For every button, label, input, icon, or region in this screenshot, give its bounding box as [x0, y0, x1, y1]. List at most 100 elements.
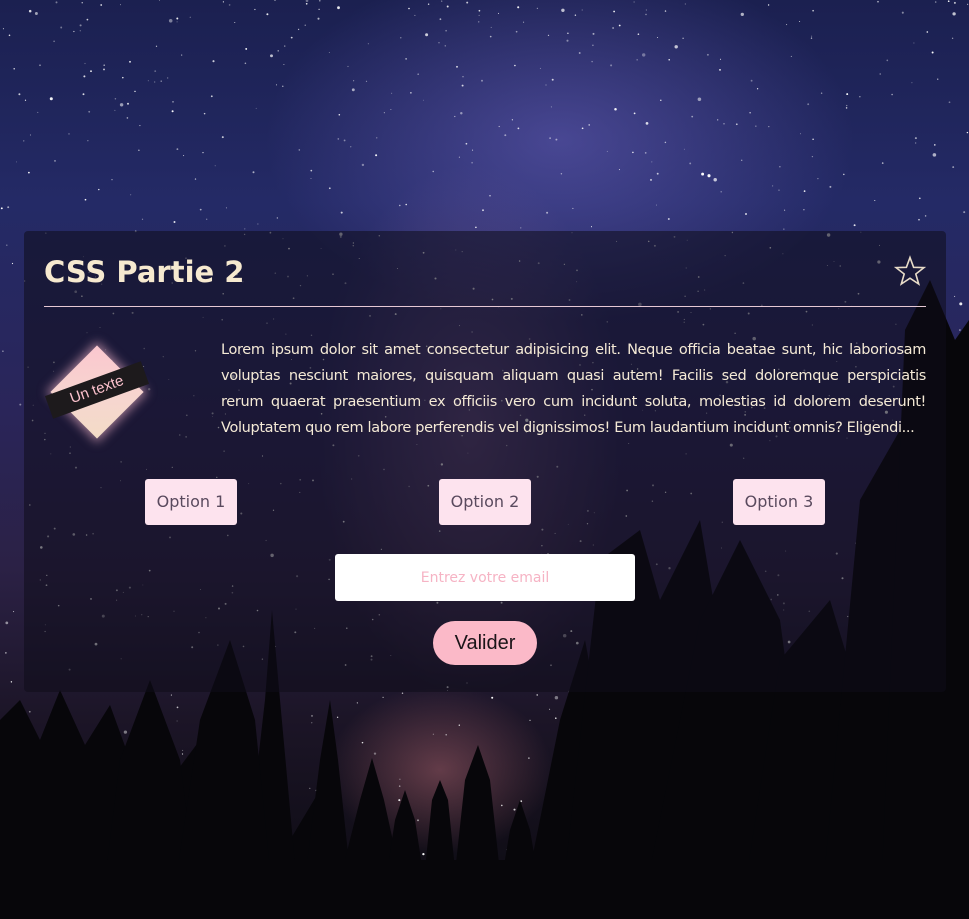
option-1-button[interactable]: Option 1 [145, 479, 237, 525]
star-dot [176, 148, 179, 151]
star-dot [740, 12, 744, 17]
star-dot [657, 37, 658, 38]
star-dot [555, 138, 558, 141]
star-dot [618, 169, 620, 171]
star-dot [90, 804, 92, 806]
star-dot [633, 112, 636, 115]
star-dot [482, 777, 485, 780]
star-dot [684, 3, 686, 5]
star-dot [957, 567, 959, 569]
star-dot [37, 111, 39, 113]
star-dot [520, 227, 522, 229]
star-outline-icon[interactable] [894, 255, 926, 287]
star-dot [334, 799, 336, 801]
star-dot [489, 35, 492, 38]
star-dot [170, 694, 172, 696]
star-dot [445, 734, 447, 736]
star-dot [590, 813, 592, 815]
star-dot [547, 34, 550, 37]
star-dot [83, 75, 86, 78]
star-dot [843, 173, 845, 176]
star-dot [60, 26, 63, 29]
star-dot [154, 70, 157, 72]
star-dot [504, 134, 507, 137]
star-dot [622, 812, 625, 815]
star-dot [445, 29, 447, 32]
star-dot [417, 819, 419, 822]
star-dot [353, 80, 355, 82]
star-dot [899, 804, 901, 806]
star-dot [6, 244, 8, 246]
star-dot [723, 123, 725, 125]
submit-button[interactable]: Valider [433, 621, 537, 665]
star-dot [172, 101, 174, 103]
option-2-button[interactable]: Option 2 [439, 479, 531, 525]
star-dot [877, 0, 879, 3]
star-dot [546, 211, 549, 214]
star-dot [228, 4, 231, 6]
star-dot [8, 34, 11, 37]
star-dot [399, 204, 401, 207]
star-dot [934, 144, 936, 146]
star-dot [515, 30, 518, 33]
star-dot [926, 31, 929, 33]
star-dot [937, 78, 939, 80]
star-dot [142, 782, 144, 785]
star-dot [727, 759, 729, 761]
star-dot [365, 80, 368, 82]
star-dot [514, 64, 516, 67]
star-dot [315, 789, 317, 792]
star-dot [199, 208, 202, 211]
star-dot [590, 226, 593, 228]
star-dot [959, 329, 961, 331]
email-field[interactable] [335, 554, 635, 601]
star-dot [606, 150, 608, 152]
star-dot [952, 12, 956, 16]
star-dot [276, 784, 279, 786]
star-dot [845, 107, 848, 109]
star-dot [750, 79, 753, 82]
star-dot [310, 714, 314, 717]
star-dot [222, 697, 224, 699]
option-3-button[interactable]: Option 3 [733, 479, 825, 525]
star-dot [5, 652, 7, 654]
star-dot [711, 849, 713, 851]
star-dot [783, 228, 785, 230]
star-dot [963, 211, 966, 214]
star-dot [578, 52, 581, 54]
star-dot [529, 719, 531, 721]
star-dot [356, 702, 358, 704]
star-dot [114, 109, 116, 111]
star-dot [47, 727, 50, 729]
star-dot [823, 758, 825, 761]
star-dot [410, 92, 412, 94]
star-dot [390, 109, 392, 110]
star-dot [834, 814, 837, 817]
star-dot [294, 850, 296, 852]
star-dot [932, 153, 937, 157]
star-dot [931, 797, 933, 799]
star-dot [718, 808, 721, 811]
star-dot [140, 848, 143, 851]
star-dot [345, 867, 347, 869]
star-dot [173, 221, 176, 223]
star-dot [182, 749, 184, 752]
star-dot [100, 4, 103, 6]
star-dot [812, 9, 814, 12]
star-dot [138, 149, 140, 151]
star-dot [325, 859, 329, 864]
star-dot [707, 174, 711, 178]
star-dot [632, 151, 634, 154]
star-dot [588, 876, 591, 878]
star-dot [967, 3, 969, 5]
star-dot [642, 791, 644, 793]
star-dot [439, 18, 442, 21]
star-dot [398, 799, 401, 802]
star-dot [134, 90, 136, 93]
star-dot [446, 5, 449, 8]
star-dot [49, 97, 53, 101]
star-dot [143, 747, 145, 750]
star-dot [159, 0, 160, 1]
star-dot [458, 724, 460, 726]
star-dot [437, 794, 439, 796]
